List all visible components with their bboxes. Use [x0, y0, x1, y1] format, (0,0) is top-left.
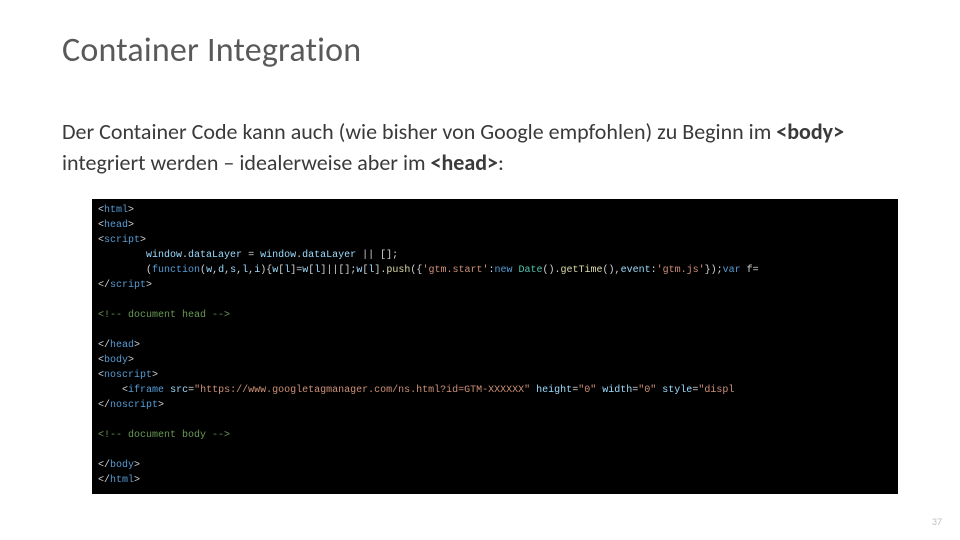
code-snippet: <html> <head> <script> window.dataLayer … — [92, 199, 898, 494]
paragraph-text-3: : — [498, 149, 504, 176]
keyword-head: <head> — [431, 149, 498, 176]
paragraph-text-1: Der Container Code kann auch (wie bisher… — [62, 118, 776, 145]
slide-body-paragraph: Der Container Code kann auch (wie bisher… — [62, 117, 898, 179]
slide-title: Container Integration — [62, 30, 898, 71]
page-number: 37 — [932, 515, 942, 528]
keyword-body: <body> — [776, 118, 844, 145]
slide: Container Integration Der Container Code… — [0, 0, 960, 540]
paragraph-text-2: integriert werden – idealerweise aber im — [62, 149, 431, 176]
